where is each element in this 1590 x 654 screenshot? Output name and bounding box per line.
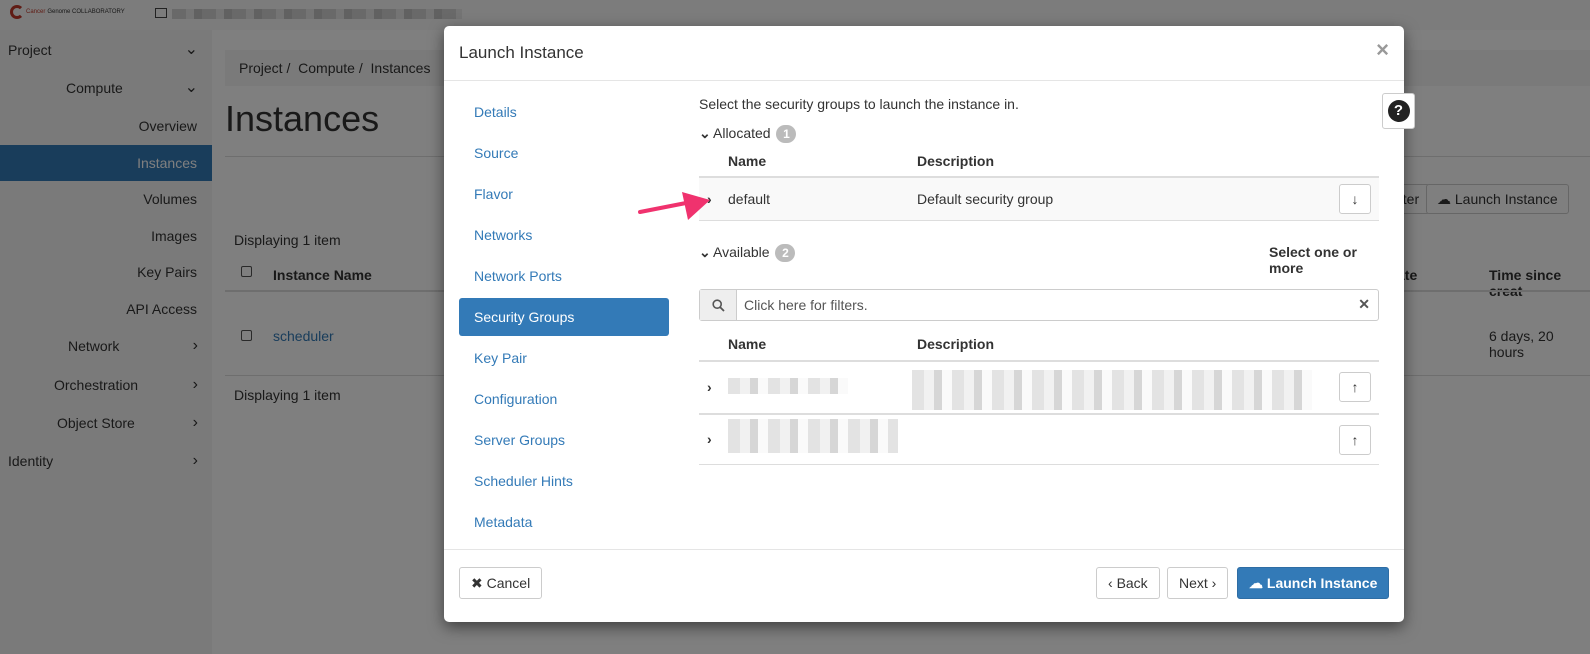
cancel-button[interactable]: ✖ Cancel xyxy=(459,567,543,599)
wizard-nav: Details Source Flavor Networks Network P… xyxy=(459,93,669,544)
allocated-count-badge: 1 xyxy=(776,125,797,143)
back-button[interactable]: ‹ Back xyxy=(1096,567,1160,599)
wizard-step-scheduler-hints[interactable]: Scheduler Hints xyxy=(459,462,669,500)
next-button[interactable]: Next › xyxy=(1167,567,1229,599)
available-col-name: Name xyxy=(728,336,767,352)
annotation-arrow-icon xyxy=(638,192,710,220)
modal-footer: ✖ Cancel ‹ Back Next › ☁ Launch Instance xyxy=(444,549,1404,622)
allocated-section-header[interactable]: ⌄ Allocated 1 xyxy=(699,125,797,143)
allocate-up-arrow-button[interactable]: ↑ xyxy=(1339,372,1371,402)
available-col-description: Description xyxy=(917,336,995,352)
select-one-or-more-hint: Select one or more xyxy=(1269,244,1357,276)
chevron-down-icon: ⌄ xyxy=(699,244,711,260)
launch-instance-button[interactable]: ☁ Launch Instance xyxy=(1237,567,1390,599)
table-row[interactable]: › default Default security group ↓ xyxy=(699,176,1379,221)
deallocate-down-arrow-button[interactable]: ↓ xyxy=(1339,184,1371,214)
launch-instance-modal: Launch Instance × Details Source Flavor … xyxy=(444,26,1415,622)
close-icon[interactable]: × xyxy=(1376,37,1389,63)
wizard-step-server-groups[interactable]: Server Groups xyxy=(459,421,669,459)
chevron-down-icon: ⌄ xyxy=(699,125,711,141)
allocated-col-name: Name xyxy=(728,153,767,169)
redacted-name xyxy=(728,378,848,394)
filter-bar: ✕ xyxy=(699,289,1379,321)
chevron-right-icon[interactable]: › xyxy=(707,379,712,395)
wizard-step-security-groups[interactable]: Security Groups xyxy=(459,298,669,336)
wizard-step-key-pair[interactable]: Key Pair xyxy=(459,339,669,377)
security-group-name: default xyxy=(728,191,771,207)
question-icon: ? xyxy=(1387,100,1410,122)
modal-title: Launch Instance xyxy=(459,43,584,62)
wizard-step-source[interactable]: Source xyxy=(459,134,669,172)
chevron-right-icon[interactable]: › xyxy=(707,431,712,447)
filter-input[interactable] xyxy=(742,294,1332,316)
allocate-up-arrow-button[interactable]: ↑ xyxy=(1339,425,1371,455)
table-row[interactable]: › ↑ xyxy=(699,360,1379,413)
available-count-badge: 2 xyxy=(775,244,796,262)
wizard-step-details[interactable]: Details xyxy=(459,93,669,131)
modal-header: Launch Instance × xyxy=(444,26,1404,81)
redacted-description xyxy=(912,370,1312,410)
search-icon xyxy=(700,290,737,320)
intro-text: Select the security groups to launch the… xyxy=(699,96,1019,112)
security-group-description: Default security group xyxy=(917,191,1054,207)
wizard-step-metadata[interactable]: Metadata xyxy=(459,503,669,541)
clear-filter-icon[interactable]: ✕ xyxy=(1358,296,1370,313)
wizard-step-configuration[interactable]: Configuration xyxy=(459,380,669,418)
redacted-name xyxy=(728,419,898,453)
wizard-step-network-ports[interactable]: Network Ports xyxy=(459,257,669,295)
allocated-col-description: Description xyxy=(917,153,995,169)
available-section-header[interactable]: ⌄ Available 2 xyxy=(699,244,796,262)
help-button[interactable]: ? xyxy=(1382,93,1415,129)
table-row[interactable]: › ↑ xyxy=(699,413,1379,465)
